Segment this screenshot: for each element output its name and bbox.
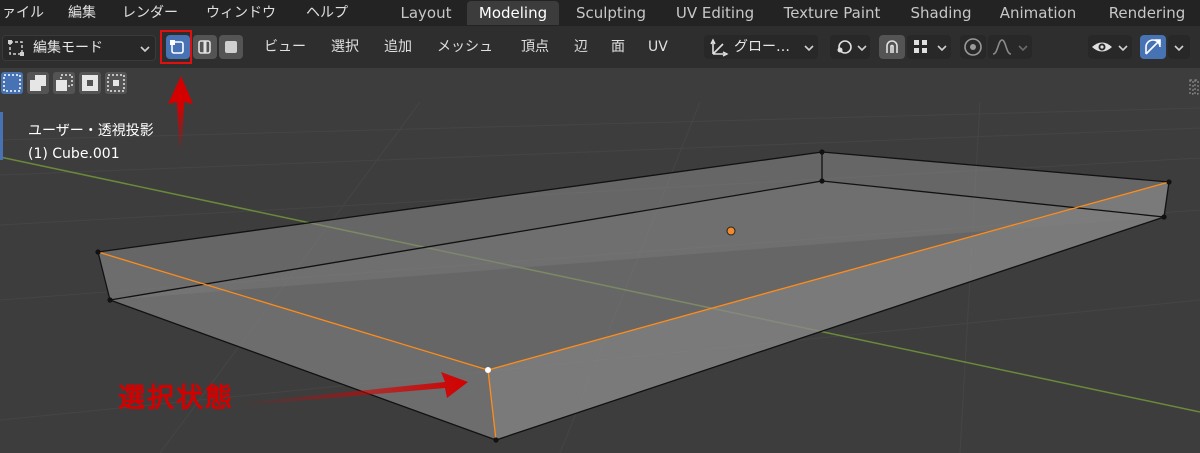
- mode-dropdown[interactable]: 編集モード: [2, 35, 156, 61]
- select-extend-icon: [30, 75, 46, 91]
- tab-sculpting[interactable]: Sculpting: [563, 1, 659, 25]
- transform-orientation-dropdown[interactable]: グロー…: [704, 35, 818, 59]
- face-select-icon: [225, 41, 237, 53]
- chevron-down-icon: [1118, 45, 1128, 52]
- tab-layout[interactable]: Layout: [388, 1, 464, 25]
- edge-select-icon: [198, 40, 211, 54]
- menu-mesh[interactable]: メッシュ: [437, 35, 493, 59]
- transform-orientation-label: グロー…: [734, 39, 790, 55]
- viewport-edge-marker: [0, 112, 3, 160]
- chevron-down-icon: [140, 46, 150, 53]
- viewport-header: 編集モード ビュー 選択 追加 メッシュ 頂点 辺 面 UV グロー…: [0, 26, 1200, 68]
- face-select-button[interactable]: [219, 35, 243, 59]
- menu-uv[interactable]: UV: [648, 35, 668, 59]
- falloff-icon: [992, 39, 1012, 55]
- visibility-dropdown[interactable]: [1088, 35, 1132, 59]
- select-intersect-button[interactable]: [105, 72, 127, 94]
- mesh-object[interactable]: [95, 149, 1172, 443]
- select-invert-icon: [82, 75, 98, 91]
- pivot-icon: [837, 40, 852, 54]
- tab-modeling[interactable]: Modeling: [467, 1, 559, 25]
- view-label: ユーザー・透視投影: [28, 123, 154, 139]
- sidebar-toggle-icon[interactable]: [1188, 78, 1200, 96]
- snap-target-dropdown[interactable]: [907, 35, 951, 59]
- menu-edit[interactable]: 編集: [68, 0, 96, 26]
- tab-texture-paint[interactable]: Texture Paint: [770, 1, 894, 25]
- menu-add[interactable]: 追加: [384, 35, 412, 59]
- select-invert-button[interactable]: [79, 72, 101, 94]
- proportional-edit-icon: [964, 38, 982, 56]
- active-vertex[interactable]: [485, 367, 491, 373]
- edge-select-button[interactable]: [193, 35, 217, 59]
- mesh-edit-icon: [8, 40, 24, 56]
- chevron-down-icon: [1174, 45, 1184, 52]
- menu-face[interactable]: 面: [611, 35, 625, 59]
- highlight-box: [160, 30, 192, 64]
- select-subtract-button[interactable]: [53, 72, 75, 94]
- menu-render[interactable]: レンダー: [122, 0, 178, 26]
- snap-icon: [886, 40, 898, 53]
- tab-shading[interactable]: Shading: [898, 1, 984, 25]
- pivot-dropdown[interactable]: [830, 35, 870, 59]
- object-label: (1) Cube.001: [28, 146, 120, 162]
- top-menu-bar: ァイル 編集 レンダー ウィンドウ ヘルプ Layout Modeling Sc…: [0, 0, 1200, 26]
- select-extend-button[interactable]: [27, 72, 49, 94]
- gizmo-icon: [1145, 39, 1161, 55]
- gizmo-dropdown[interactable]: [1168, 35, 1190, 59]
- tab-rendering[interactable]: Rendering: [1094, 1, 1200, 25]
- annotation-label: 選択状態: [118, 383, 234, 414]
- snap-increment-icon: [914, 40, 927, 53]
- chevron-down-icon: [937, 45, 947, 52]
- menu-file[interactable]: ァイル: [2, 0, 44, 26]
- mode-label: 編集モード: [33, 40, 103, 56]
- proportional-edit-toggle[interactable]: [960, 35, 986, 59]
- select-intersect-icon: [107, 74, 125, 92]
- transform-orientation-icon: [710, 38, 729, 57]
- object-origin: [726, 226, 736, 236]
- menu-view[interactable]: ビュー: [264, 35, 306, 59]
- select-subtract-icon: [56, 74, 73, 91]
- menu-edge[interactable]: 辺: [574, 35, 588, 59]
- menu-select[interactable]: 選択: [331, 35, 359, 59]
- gizmo-toggle[interactable]: [1140, 35, 1166, 59]
- select-new-button[interactable]: [1, 72, 23, 94]
- select-new-icon: [3, 74, 21, 92]
- falloff-dropdown[interactable]: [988, 35, 1032, 59]
- annotation-arrow-up: [168, 76, 193, 150]
- visibility-icon: [1092, 42, 1112, 52]
- snap-toggle[interactable]: [879, 35, 905, 59]
- tab-animation[interactable]: Animation: [988, 1, 1088, 25]
- menu-vertex[interactable]: 頂点: [521, 35, 549, 59]
- menu-help[interactable]: ヘルプ: [306, 0, 348, 26]
- chevron-down-icon: [1018, 45, 1028, 52]
- menu-window[interactable]: ウィンドウ: [206, 0, 276, 26]
- tab-uv-editing[interactable]: UV Editing: [663, 1, 767, 25]
- chevron-down-icon: [857, 45, 867, 52]
- chevron-down-icon: [804, 45, 814, 52]
